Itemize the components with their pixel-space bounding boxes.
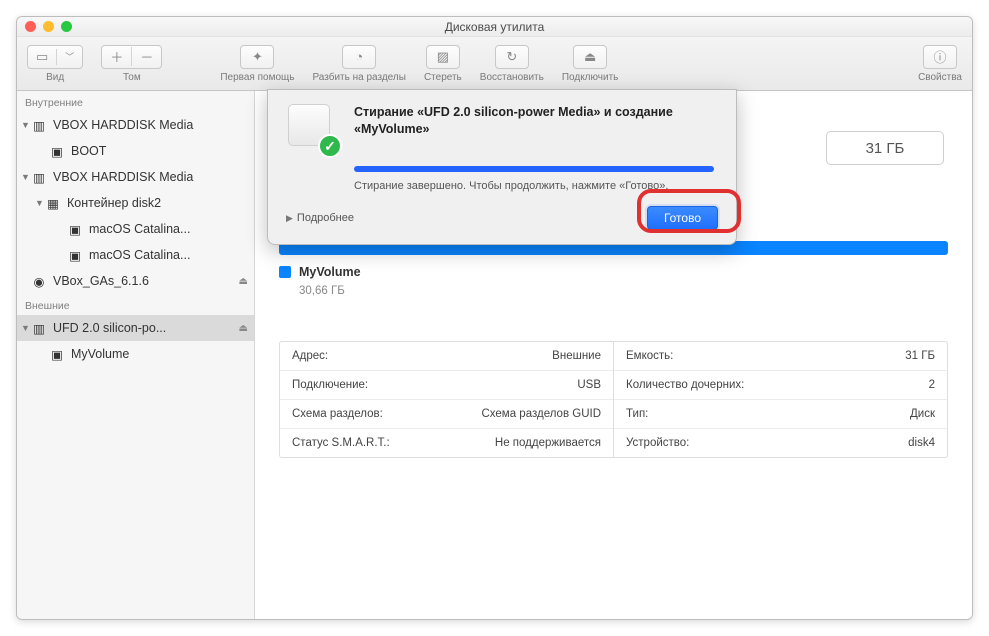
drive-icon: ▥ xyxy=(31,169,47,185)
first-aid-button[interactable]: ✦ xyxy=(240,45,274,69)
volume-icon: ▣ xyxy=(67,221,83,237)
sidebar-item-label: VBOX HARDDISK Media xyxy=(53,170,193,184)
sidebar-item-hd2[interactable]: ▼▥ VBOX HARDDISK Media xyxy=(17,164,254,190)
partition-button[interactable]: ◔ xyxy=(342,45,376,69)
minimize-icon[interactable] xyxy=(43,21,54,32)
sidebar-item-label: MyVolume xyxy=(71,347,129,361)
sidebar-item-myvolume[interactable]: ▣ MyVolume xyxy=(17,341,254,367)
sidebar-item-vboxga[interactable]: ◉ VBox_GAs_6.1.6 ⏏ xyxy=(17,268,254,294)
restore-label: Восстановить xyxy=(480,72,544,83)
volume-icon: ▣ xyxy=(49,143,65,159)
stethoscope-icon: ✦ xyxy=(252,49,263,65)
mount-icon: ⏏ xyxy=(584,49,596,65)
drive-icon: ▥ xyxy=(31,117,47,133)
close-icon[interactable] xyxy=(25,21,36,32)
capacity-badge: 31 ГБ xyxy=(826,131,944,165)
traffic-lights xyxy=(25,21,72,32)
sidebar-item-label: UFD 2.0 silicon-po... xyxy=(53,321,166,335)
checkmark-icon: ✓ xyxy=(318,134,342,158)
done-button[interactable]: Готово xyxy=(647,206,718,230)
sidebar: Внутренние ▼▥VBOX HARDDISK Media ▣BOOT ▼… xyxy=(17,91,255,619)
restore-icon: ↻ xyxy=(506,49,517,65)
info-row: Адрес:Внешние xyxy=(280,342,613,371)
sidebar-item-container[interactable]: ▼▦ Контейнер disk2 xyxy=(17,190,254,216)
window: Дисковая утилита ▭﹀ Вид ＋－ Том ✦ Первая … xyxy=(16,16,973,620)
sidebar-header-internal: Внутренние xyxy=(17,91,254,112)
first-aid-label: Первая помощь xyxy=(220,72,294,83)
chevron-right-icon: ▶ xyxy=(286,213,293,224)
sidebar-header-external: Внешние xyxy=(17,294,254,315)
info-label: Свойства xyxy=(918,72,962,83)
window-title: Дисковая утилита xyxy=(445,20,545,34)
volume-button[interactable]: ＋－ xyxy=(101,45,162,69)
info-row: Устройство:disk4 xyxy=(614,429,947,457)
volume-size: 30,66 ГБ xyxy=(255,285,972,297)
info-row: Тип:Диск xyxy=(614,400,947,429)
chevron-down-icon: ▼ xyxy=(21,120,29,130)
erase-button[interactable]: ▨ xyxy=(426,45,460,69)
view-label: Вид xyxy=(46,72,64,83)
view-button[interactable]: ▭﹀ xyxy=(27,45,83,69)
info-col-left: Адрес:Внешние Подключение:USB Схема разд… xyxy=(280,342,614,457)
sidebar-item-hd1[interactable]: ▼▥ VBOX HARDDISK Media xyxy=(17,112,254,138)
erase-label: Стереть xyxy=(424,72,462,83)
sidebar-item-label: macOS Catalina... xyxy=(89,222,190,236)
progress-bar xyxy=(354,166,714,172)
chevron-down-icon: ▼ xyxy=(21,172,29,182)
volume-icon: ▣ xyxy=(49,346,65,362)
titlebar: Дисковая утилита xyxy=(17,17,972,37)
dialog-title: Стирание «UFD 2.0 silicon-power Media» и… xyxy=(354,104,673,138)
info-col-right: Емкость:31 ГБ Количество дочерних:2 Тип:… xyxy=(614,342,947,457)
info-table: Адрес:Внешние Подключение:USB Схема разд… xyxy=(279,341,948,458)
info-row: Подключение:USB xyxy=(280,371,613,400)
partition-label: Разбить на разделы xyxy=(312,72,405,83)
info-icon: ⓘ xyxy=(934,47,947,66)
disc-icon: ◉ xyxy=(31,273,47,289)
pie-icon: ◔ xyxy=(355,49,363,64)
body: Внутренние ▼▥VBOX HARDDISK Media ▣BOOT ▼… xyxy=(17,91,972,619)
dialog-message: Стирание завершено. Чтобы продолжить, на… xyxy=(354,180,718,192)
volume-row: MyVolume xyxy=(255,265,972,283)
mount-button[interactable]: ⏏ xyxy=(573,45,607,69)
sidebar-item-label: VBOX HARDDISK Media xyxy=(53,118,193,132)
volume-icon: ▣ xyxy=(67,247,83,263)
info-row: Емкость:31 ГБ xyxy=(614,342,947,371)
toolbar: ▭﹀ Вид ＋－ Том ✦ Первая помощь ◔ Разбить … xyxy=(17,37,972,91)
eject-icon[interactable]: ⏏ xyxy=(239,276,248,287)
info-row: Статус S.M.A.R.T.:Не поддерживается xyxy=(280,429,613,457)
sidebar-item-boot[interactable]: ▣ BOOT xyxy=(17,138,254,164)
info-button[interactable]: ⓘ xyxy=(923,45,957,69)
zoom-icon[interactable] xyxy=(61,21,72,32)
container-icon: ▦ xyxy=(45,195,61,211)
volume-label: Том xyxy=(123,72,141,83)
details-disclosure[interactable]: ▶ Подробнее xyxy=(286,212,354,224)
sidebar-item-label: VBox_GAs_6.1.6 xyxy=(53,274,149,288)
restore-button[interactable]: ↻ xyxy=(495,45,529,69)
sidebar-item-label: Контейнер disk2 xyxy=(67,196,161,210)
mount-label: Подключить xyxy=(562,72,619,83)
sidebar-item-catalina2[interactable]: ▣ macOS Catalina... xyxy=(17,242,254,268)
eject-icon[interactable]: ⏏ xyxy=(239,323,248,334)
info-row: Схема разделов:Схема разделов GUID xyxy=(280,400,613,429)
volume-color-icon xyxy=(279,266,291,278)
dialog-icon: ✓ xyxy=(286,104,342,156)
chevron-down-icon: ▼ xyxy=(35,198,43,208)
chevron-down-icon: ▼ xyxy=(21,323,29,333)
info-row: Количество дочерних:2 xyxy=(614,371,947,400)
sidebar-item-catalina1[interactable]: ▣ macOS Catalina... xyxy=(17,216,254,242)
external-drive-icon: ▥ xyxy=(31,320,47,336)
erase-icon: ▨ xyxy=(437,49,449,65)
main-pane: 31 ГБ MyVolume 30,66 ГБ Адрес:Внешние По… xyxy=(255,91,972,619)
sidebar-item-label: BOOT xyxy=(71,144,106,158)
erase-complete-dialog: ✓ Стирание «UFD 2.0 silicon-power Media»… xyxy=(267,89,737,245)
volume-name: MyVolume xyxy=(299,265,361,279)
sidebar-item-label: macOS Catalina... xyxy=(89,248,190,262)
sidebar-item-ufd[interactable]: ▼▥ UFD 2.0 silicon-po... ⏏ xyxy=(17,315,254,341)
